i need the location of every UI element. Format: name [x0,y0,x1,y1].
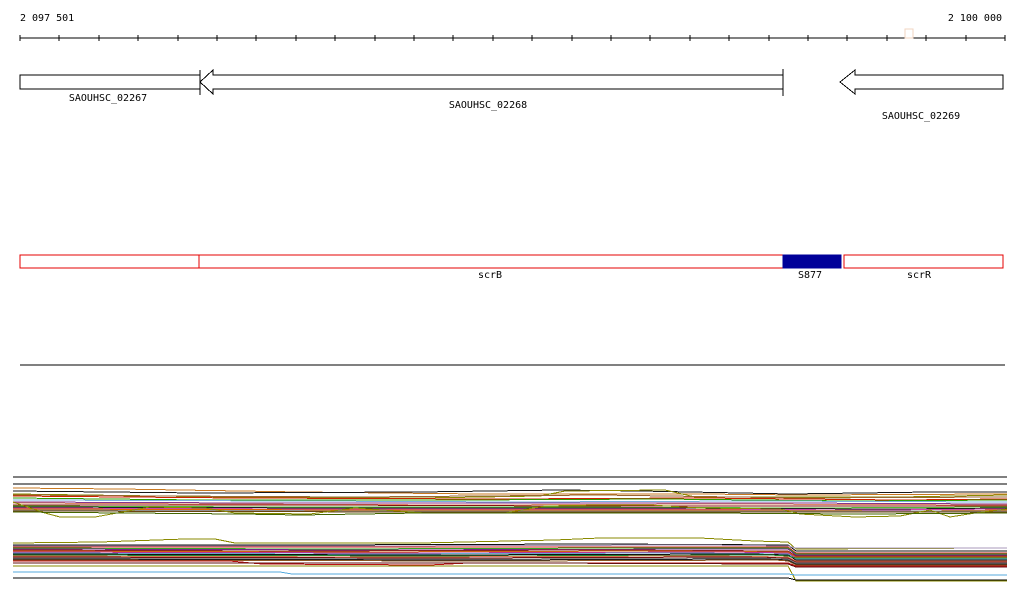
feature-label-scrb: scrB [477,270,503,281]
plot-series-line [12,489,1007,495]
gene-label-saouhsc-02269: SAOUHSC_02269 [881,111,961,122]
plot-series-line [12,499,1008,503]
gene-label-saouhsc-02267: SAOUHSC_02267 [68,93,148,104]
feature-box-filled[interactable] [782,254,842,269]
genome-browser-window: 2 097 501 2 100 000 SAOUHSC_02267 SAOUHS… [0,0,1024,611]
ruler-start-coordinate: 2 097 501 [20,13,75,24]
feature-label-s877: S877 [797,270,823,281]
ruler-selection-cursor [904,28,914,39]
feature-box-outline[interactable] [198,254,784,269]
gene-label-saouhsc-02268: SAOUHSC_02268 [448,100,528,111]
gene-feature-box[interactable] [19,74,201,90]
plot-series-line [13,577,1007,581]
ruler-end-coordinate: 2 100 000 [947,13,1002,24]
feature-box-outline[interactable] [843,254,1004,269]
feature-label-scrr: scrR [906,270,932,281]
plot-series-line [13,571,1007,576]
gene-feature-arrow[interactable] [199,68,784,96]
gene-feature-arrow[interactable] [839,68,1004,96]
feature-box-outline[interactable] [19,254,200,269]
plot-series-line [12,487,1008,496]
genome-view-canvas [12,28,1008,582]
